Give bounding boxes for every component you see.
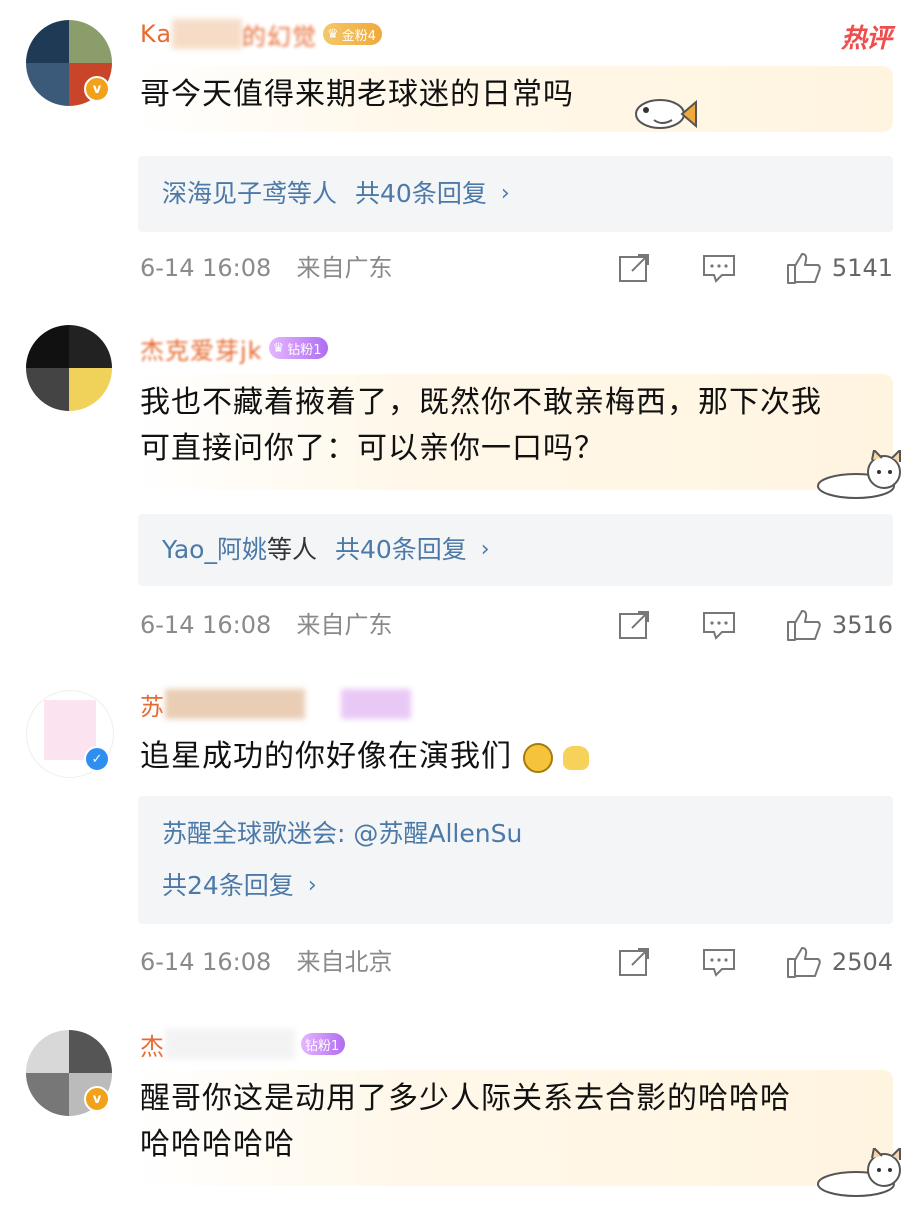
thumbs-up-icon xyxy=(786,253,821,284)
comment-date: 6-14 16:08 xyxy=(140,948,272,976)
fan-badge-label: 钻粉1 xyxy=(305,1038,340,1054)
username-row[interactable]: Ka 的幻觉 ♛ 金粉4 xyxy=(140,16,382,52)
comment-location: 来自广东 xyxy=(296,254,393,282)
thumbs-up-icon xyxy=(786,947,821,978)
like-button[interactable]: 2504 xyxy=(786,945,893,979)
reply-count[interactable]: 共40条回复 xyxy=(335,524,467,576)
fan-badge: ♛ 钻粉1 xyxy=(268,337,328,359)
comment-1: v Ka 的幻觉 ♛ 金粉4 热评 哥今天值得来期老球迷的日常吗 深海见子鸢等人… xyxy=(0,0,921,300)
username-row[interactable]: 苏 xyxy=(140,686,411,722)
chevron-right-icon: › xyxy=(500,181,510,206)
reply-summary[interactable]: Yao_阿姚 等人 共40条回复 › xyxy=(138,514,893,586)
comment-text-body: 追星成功的你好像在演我们 xyxy=(140,739,512,774)
comment-text[interactable]: 我也不藏着掖着了，既然你不敢亲梅西，那下次我 可直接问你了：可以亲你一口吗？ xyxy=(140,380,881,472)
hug-emoji-icon xyxy=(563,745,590,770)
like-button[interactable]: 5141 xyxy=(786,251,893,285)
comment-text[interactable]: 醒哥你这是动用了多少人际关系去合影的哈哈哈 哈哈哈哈哈 xyxy=(140,1076,881,1168)
reply-preview[interactable]: 苏醒全球歌迷会: @苏醒AllenSu xyxy=(162,808,893,860)
username-tail[interactable]: 的幻觉 xyxy=(242,17,317,52)
share-button[interactable] xyxy=(618,947,652,977)
comment-meta: 6-14 16:08 来自北京 xyxy=(140,944,393,980)
comment-4: v 杰 钻粉1 醒哥你这是动用了多少人际关系去合影的哈哈哈 哈哈哈哈哈 xyxy=(0,1010,921,1226)
username[interactable]: 杰 xyxy=(140,1027,165,1062)
comment-button[interactable] xyxy=(702,253,736,283)
like-button[interactable]: 3516 xyxy=(786,608,893,642)
comment-location: 来自广东 xyxy=(296,611,393,639)
dog-sticker-icon xyxy=(817,1148,901,1197)
thumbs-up-icon xyxy=(786,610,821,641)
like-count: 3516 xyxy=(831,611,893,639)
dog-sticker-icon xyxy=(817,450,901,499)
fan-badge-label: 钻粉1 xyxy=(287,342,322,358)
comment-button[interactable] xyxy=(702,947,736,977)
username-row[interactable]: 杰克爱芽jk ♛ 钻粉1 xyxy=(140,330,328,366)
username-redacted xyxy=(341,689,411,719)
reply-users[interactable]: Yao_阿姚 xyxy=(162,524,267,576)
username[interactable]: 杰克爱芽jk xyxy=(140,331,263,366)
reply-users[interactable]: 深海见子鸢等人 xyxy=(162,168,337,220)
comment-actions: 5141 xyxy=(568,248,893,288)
comment-actions: 3516 xyxy=(568,605,893,645)
like-count: 2504 xyxy=(831,948,893,976)
share-button[interactable] xyxy=(618,610,652,640)
like-count: 5141 xyxy=(831,254,893,282)
avatar[interactable] xyxy=(26,325,112,411)
username-redacted xyxy=(165,689,305,719)
chevron-right-icon: › xyxy=(307,873,317,898)
comment-text-line2: 可直接问你了：可以亲你一口吗？ xyxy=(140,431,605,466)
share-icon xyxy=(618,948,649,976)
comment-meta: 6-14 16:08 来自广东 xyxy=(140,607,393,643)
username-redacted xyxy=(165,1029,295,1059)
comment-text-line1: 我也不藏着掖着了，既然你不敢亲梅西，那下次我 xyxy=(140,385,822,420)
comment-button[interactable] xyxy=(702,610,736,640)
username-row[interactable]: 杰 钻粉1 xyxy=(140,1026,346,1062)
comment-text[interactable]: 哥今天值得来期老球迷的日常吗 xyxy=(140,72,881,118)
reply-summary[interactable]: 苏醒全球歌迷会: @苏醒AllenSu 共24条回复 › xyxy=(138,796,893,924)
username[interactable]: 苏 xyxy=(140,687,165,722)
crown-icon: ♛ xyxy=(272,340,285,356)
crown-icon: ♛ xyxy=(327,26,339,42)
fan-badge-label: 金粉4 xyxy=(341,28,376,44)
comment-date: 6-14 16:08 xyxy=(140,611,272,639)
comment-meta: 6-14 16:08 来自广东 xyxy=(140,250,393,286)
share-icon xyxy=(618,611,649,639)
comment-text-line1: 醒哥你这是动用了多少人际关系去合影的哈哈哈 xyxy=(140,1081,791,1116)
fish-sticker-icon xyxy=(635,99,697,129)
comment-actions: 2504 xyxy=(568,942,893,982)
username[interactable]: Ka xyxy=(140,20,172,48)
fan-badge: ♛ 金粉4 xyxy=(323,23,382,45)
reply-count[interactable]: 共40条回复 xyxy=(355,168,487,220)
share-icon xyxy=(618,254,649,282)
comment-icon xyxy=(702,612,735,640)
comment-3: ✓ 苏 追星成功的你好像在演我们 苏醒全球歌迷会: @苏醒AllenSu 共24… xyxy=(0,670,921,1010)
comment-icon xyxy=(702,255,735,283)
chevron-right-icon: › xyxy=(480,537,490,562)
username-redacted xyxy=(172,19,243,49)
comment-2: 杰克爱芽jk ♛ 钻粉1 我也不藏着掖着了，既然你不敢亲梅西，那下次我 可直接问… xyxy=(0,300,921,670)
reply-summary[interactable]: 深海见子鸢等人 共40条回复 › xyxy=(138,156,893,232)
comment-location: 来自北京 xyxy=(296,948,393,976)
hot-comment-tag: 热评 xyxy=(840,24,892,54)
verified-badge-icon: ✓ xyxy=(84,746,110,772)
verified-badge-icon: v xyxy=(84,76,110,102)
comment-date: 6-14 16:08 xyxy=(140,254,272,282)
comment-text[interactable]: 追星成功的你好像在演我们 xyxy=(140,734,881,780)
reply-count[interactable]: 共24条回复 xyxy=(162,860,294,912)
verified-badge-icon: v xyxy=(84,1086,110,1112)
reply-users-suffix: 等人 xyxy=(266,535,317,564)
fan-badge: 钻粉1 xyxy=(301,1033,346,1055)
comment-icon xyxy=(702,949,735,977)
laughing-emoji-icon xyxy=(522,742,553,773)
share-button[interactable] xyxy=(618,253,652,283)
comment-text-line2: 哈哈哈哈哈 xyxy=(140,1127,295,1162)
